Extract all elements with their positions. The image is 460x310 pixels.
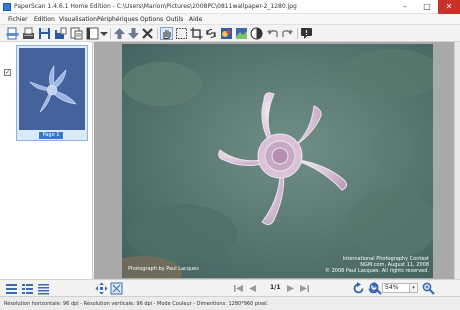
app-icon xyxy=(3,3,11,11)
thumbnail-label: Page 1 xyxy=(39,132,63,139)
select-area-icon[interactable] xyxy=(175,27,188,40)
menu-options[interactable]: Options xyxy=(140,16,163,23)
compact-view-icon[interactable] xyxy=(37,282,50,295)
menu-aide[interactable]: Aide xyxy=(189,16,202,23)
print-icon[interactable] xyxy=(70,27,83,40)
first-page-icon[interactable] xyxy=(232,282,245,295)
bottom-toolbar: 1/1 54% ▾ xyxy=(0,279,460,296)
thumbnail-panel: ✓ Page 1 xyxy=(0,42,93,279)
previous-page-icon[interactable] xyxy=(246,282,259,295)
status-bar: Résolution horizontale: 96 dpi - Résolut… xyxy=(0,296,460,310)
zoom-dropdown-arrow[interactable]: ▾ xyxy=(410,283,418,293)
arrow-down-icon[interactable] xyxy=(127,27,140,40)
thumbnail-page[interactable]: Page 1 xyxy=(16,45,88,141)
page-counter: 1/1 xyxy=(270,284,281,291)
save-icon[interactable] xyxy=(38,27,51,40)
pan-hand-icon[interactable] xyxy=(160,27,173,40)
menu-fichier[interactable]: Fichier xyxy=(8,16,28,23)
photo-credit: Photograph by Paul Lacques xyxy=(128,266,199,272)
undo-icon[interactable] xyxy=(266,27,279,40)
main-toolbar xyxy=(0,25,460,42)
menu-outils[interactable]: Outils xyxy=(166,16,183,23)
vertical-scrollbar[interactable] xyxy=(454,42,460,279)
photo-caption: International Photography Contest NGM.co… xyxy=(325,256,429,274)
rotate-left-icon[interactable] xyxy=(352,282,365,295)
fit-to-window-icon[interactable] xyxy=(95,282,108,295)
menu-peripheriques[interactable]: Périphériques xyxy=(97,16,138,23)
maximize-button[interactable]: □ xyxy=(416,0,438,14)
menu-bar: Fichier Edition Visualisation Périphériq… xyxy=(0,14,460,25)
contrast-icon[interactable] xyxy=(250,27,263,40)
toolbar-separator xyxy=(110,28,111,39)
toolbar-separator xyxy=(297,28,298,39)
zoom-out-icon[interactable] xyxy=(369,282,382,295)
menu-visualisation[interactable]: Visualisation xyxy=(59,16,97,23)
status-text: Résolution horizontale: 96 dpi - Résolut… xyxy=(4,301,269,307)
next-page-icon[interactable] xyxy=(284,282,297,295)
thumbnail-image xyxy=(19,48,85,130)
title-bar: PaperScan 1.4.6.1 Home Edition - C:\User… xyxy=(0,0,460,14)
image-effects-icon[interactable] xyxy=(235,27,248,40)
rotate-icon[interactable] xyxy=(205,27,218,40)
thumbnail-checkbox[interactable]: ✓ xyxy=(4,69,11,76)
minimize-button[interactable]: – xyxy=(394,0,416,14)
window-title: PaperScan 1.4.6.1 Home Edition - C:\User… xyxy=(14,3,297,10)
menu-edition[interactable]: Edition xyxy=(34,16,55,23)
image-viewer[interactable]: Photograph by Paul Lacques International… xyxy=(94,42,460,279)
delete-icon[interactable] xyxy=(141,27,154,40)
color-adjust-icon[interactable] xyxy=(220,27,233,40)
scan-icon[interactable] xyxy=(6,27,19,40)
comment-icon[interactable] xyxy=(300,27,313,40)
import-icon[interactable] xyxy=(22,27,35,40)
toolbar-separator xyxy=(157,28,158,39)
redo-icon[interactable] xyxy=(281,27,294,40)
zoom-in-icon[interactable] xyxy=(422,282,435,295)
list-view-icon[interactable] xyxy=(5,282,18,295)
crop-icon[interactable] xyxy=(190,27,203,40)
zoom-value[interactable]: 54% xyxy=(382,283,410,293)
actual-size-icon[interactable] xyxy=(110,282,123,295)
close-button[interactable]: ✕ xyxy=(438,0,460,14)
save-as-icon[interactable] xyxy=(54,27,67,40)
detail-view-icon[interactable] xyxy=(21,282,34,295)
scanned-image[interactable]: Photograph by Paul Lacques International… xyxy=(122,44,433,278)
last-page-icon[interactable] xyxy=(298,282,311,295)
caption-line: © 2008 Paul Lacques. All rights reserved… xyxy=(325,268,429,274)
arrow-up-icon[interactable] xyxy=(113,27,126,40)
